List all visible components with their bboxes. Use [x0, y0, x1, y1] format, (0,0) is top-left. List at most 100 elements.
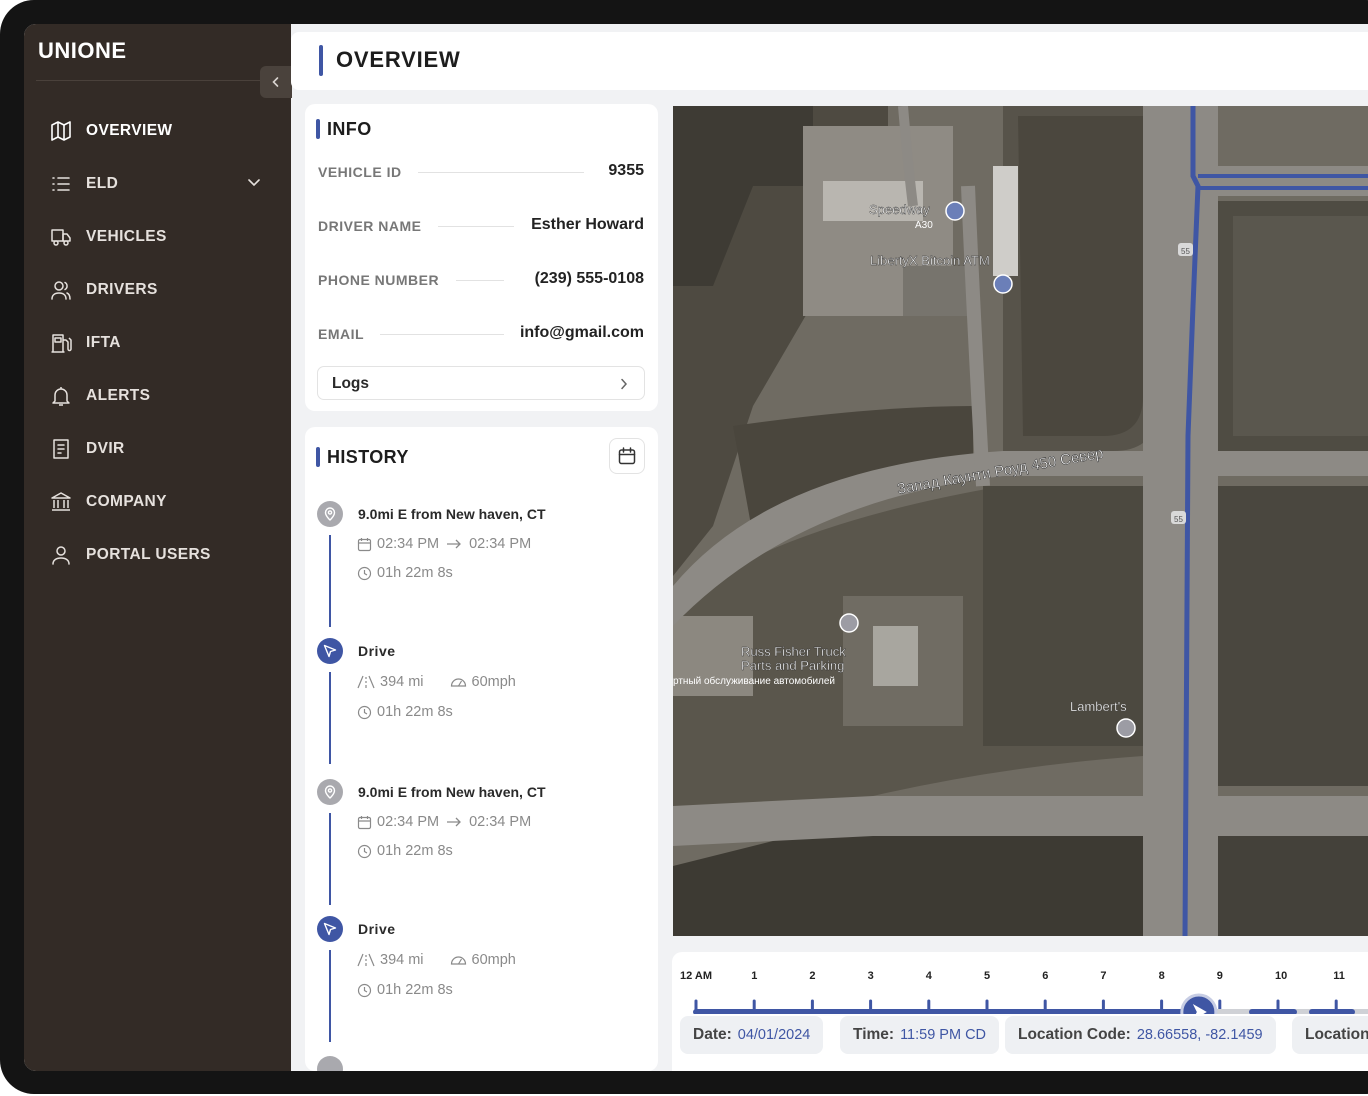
sidebar: UNIONE OVERVIEW ELD VEHICLES DRIVERS IFT… — [24, 24, 292, 1071]
timeline-tick-label: 2 — [809, 970, 816, 982]
history-card: HISTORY 9.0mi E from New haven, CT 02:34… — [305, 427, 658, 1071]
brand-logo: UNIONE — [38, 38, 127, 63]
timeline-tick-label: 11 — [1333, 970, 1345, 982]
timeline-track[interactable] — [672, 984, 1368, 1014]
timeline-tick-label: 8 — [1158, 970, 1165, 982]
timeline-tick-label: 3 — [867, 970, 874, 982]
title-accent — [316, 447, 320, 467]
highway-shield: 55 — [1174, 515, 1183, 524]
vehicle-id-label: VEHICLE ID — [318, 164, 402, 180]
location-pin-icon — [317, 501, 343, 527]
location-chip: Location — [1292, 1016, 1368, 1054]
map-label: A30 — [915, 220, 933, 231]
sidebar-nav: OVERVIEW ELD VEHICLES DRIVERS IFTA ALERT… — [24, 104, 291, 581]
time-chip: Time: 11:59 PM CD — [840, 1016, 1000, 1054]
speedometer-icon — [450, 678, 466, 687]
calendar-button[interactable] — [609, 438, 645, 474]
history-item-stats: 394 mi 60mph — [357, 952, 516, 968]
divider — [36, 80, 261, 81]
divider — [380, 334, 504, 335]
timeline-tick-label: 5 — [984, 970, 991, 982]
history-item-duration: 01h 22m 8s — [357, 704, 453, 720]
history-item-time-range: 02:34 PM 02:34 PM — [357, 814, 531, 830]
map-label: Speedway — [869, 202, 930, 217]
location-label: Location — [1305, 1026, 1368, 1043]
history-item-duration: 01h 22m 8s — [357, 982, 453, 998]
info-card: INFO VEHICLE ID 9355 DRIVER NAME Esther … — [305, 104, 658, 411]
sidebar-item-label: ELD — [86, 174, 119, 192]
duration: 01h 22m 8s — [377, 843, 453, 859]
speed-group: 60mph — [450, 674, 516, 690]
clock-icon — [357, 705, 372, 719]
device-frame: UNIONE OVERVIEW ELD VEHICLES DRIVERS IFT… — [0, 0, 1368, 1094]
location-code-value: 28.66558, -82.1459 — [1136, 1027, 1263, 1043]
logs-button[interactable]: Logs — [317, 366, 645, 400]
history-item-duration: 01h 22m 8s — [357, 565, 453, 581]
sidebar-item-vehicles[interactable]: VEHICLES — [24, 210, 291, 263]
collapse-sidebar-button[interactable] — [260, 66, 292, 98]
arrow-right-icon — [447, 539, 461, 549]
road-icon — [357, 675, 375, 689]
location-pin-icon — [317, 1056, 343, 1071]
app-screen: UNIONE OVERVIEW ELD VEHICLES DRIVERS IFT… — [24, 24, 1368, 1071]
phone-row: PHONE NUMBER (239) 555-0108 — [318, 269, 644, 291]
sidebar-item-label: DRIVERS — [86, 280, 158, 298]
distance: 394 mi — [380, 952, 424, 968]
vehicle-id-value: 9355 — [596, 162, 644, 180]
location-pin-icon — [317, 779, 343, 805]
speed: 60mph — [471, 674, 516, 690]
timeline-connector — [329, 672, 331, 764]
sidebar-item-ifta[interactable]: IFTA — [24, 316, 291, 369]
end-time: 02:34 PM — [469, 536, 532, 552]
page-header: OVERVIEW — [291, 32, 1368, 90]
sidebar-item-label: COMPANY — [86, 492, 167, 510]
vehicle-id-row: VEHICLE ID 9355 — [318, 161, 644, 183]
date-chip: Date: 04/01/2024 — [680, 1016, 824, 1054]
sidebar-item-company[interactable]: COMPANY — [24, 475, 291, 528]
timeline-scrubber-handle[interactable] — [1180, 993, 1218, 1014]
history-item-duration: 01h 22m 8s — [357, 843, 453, 859]
map-canvas: Speedway A30 LibertyX Bitcoin ATM Запад … — [673, 106, 1368, 936]
duration: 01h 22m 8s — [377, 982, 453, 998]
chevron-down-icon — [247, 175, 261, 193]
time-value: 11:59 PM CD — [900, 1027, 987, 1043]
divider — [438, 226, 514, 227]
map-label: Lambert's — [1070, 699, 1127, 714]
chevron-right-icon — [620, 377, 628, 395]
sidebar-item-label: ALERTS — [86, 386, 151, 404]
bank-icon — [50, 491, 72, 513]
map-label: ртный обслуживание автомобилей — [673, 675, 835, 687]
map-icon — [50, 120, 72, 142]
chevron-left-icon — [272, 77, 279, 87]
history-item-title: Drive — [358, 921, 396, 937]
duration: 01h 22m 8s — [377, 704, 453, 720]
date-label: Date: — [693, 1026, 732, 1043]
history-item-time-range: 02:34 PM 02:34 PM — [357, 536, 531, 552]
satellite-map[interactable]: Speedway A30 LibertyX Bitcoin ATM Запад … — [673, 106, 1368, 936]
sidebar-item-alerts[interactable]: ALERTS — [24, 369, 291, 422]
timeline-tick-label: 4 — [925, 970, 932, 982]
map-label: LibertyX Bitcoin ATM — [870, 253, 990, 268]
info-title: INFO — [327, 119, 372, 139]
title-accent — [316, 119, 320, 139]
list-icon — [50, 173, 72, 195]
sidebar-item-portal-users[interactable]: PORTAL USERS — [24, 528, 291, 581]
history-item-title: 9.0mi E from New haven, CT — [358, 784, 546, 800]
driver-name-value: Esther Howard — [519, 216, 644, 234]
clock-icon — [357, 983, 372, 997]
calendar-icon — [618, 447, 636, 465]
distance: 394 mi — [380, 674, 424, 690]
map-label: Parts and Parking — [741, 658, 844, 673]
history-item-stats: 394 mi 60mph — [357, 674, 516, 690]
document-icon — [50, 438, 72, 460]
sidebar-item-eld[interactable]: ELD — [24, 157, 291, 210]
phone-value: (239) 555-0108 — [522, 270, 644, 288]
sidebar-item-drivers[interactable]: DRIVERS — [24, 263, 291, 316]
speedometer-icon — [450, 956, 466, 965]
sidebar-item-overview[interactable]: OVERVIEW — [24, 104, 291, 157]
sidebar-item-label: PORTAL USERS — [86, 545, 211, 563]
navigation-arrow-icon — [317, 638, 343, 664]
duration: 01h 22m 8s — [377, 565, 453, 581]
history-item-title: Drive — [358, 643, 396, 659]
sidebar-item-dvir[interactable]: DVIR — [24, 422, 291, 475]
